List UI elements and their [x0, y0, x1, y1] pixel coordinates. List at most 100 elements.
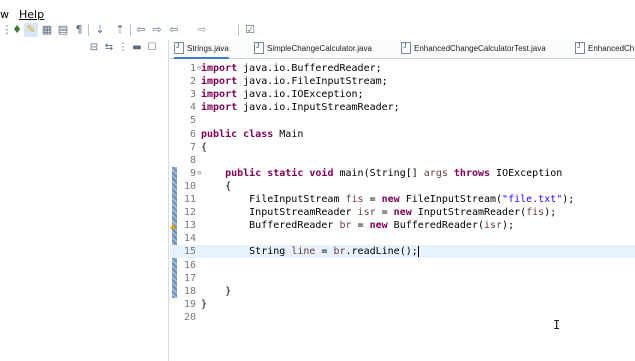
string-token: "file.txt" — [502, 194, 563, 205]
line-number: 4 — [189, 102, 196, 114]
code-line[interactable]: 5 — [170, 114, 635, 127]
code-text: import java.io.BufferedReader; — [201, 62, 382, 75]
minimize-icon[interactable]: ▬ — [131, 42, 143, 54]
code-token: = — [351, 220, 370, 232]
highlight-icon[interactable]: ▦ — [40, 23, 54, 37]
code-text: import java.io.FileInputStream; — [201, 75, 388, 88]
identifier-token: isr — [357, 207, 376, 219]
view-menu-icon[interactable]: ⋮ — [117, 42, 129, 54]
code-text: BufferedReader br = new BufferedReader(i… — [201, 219, 514, 232]
next-annotation-icon[interactable]: ⇣ — [93, 23, 107, 37]
keyword-token: new — [369, 220, 388, 232]
code-text: String line = br.readLine(); — [201, 245, 419, 258]
line-number: 19 — [183, 298, 196, 310]
line-number: 1 — [189, 63, 196, 74]
code-line[interactable]: 13 BufferedReader br = new BufferedReade… — [170, 219, 635, 232]
code-token: BufferedReader( — [387, 220, 484, 232]
collapse-all-icon[interactable]: ⊟ — [88, 42, 100, 54]
line-number: 16 — [183, 259, 196, 271]
line-number: 5 — [189, 115, 196, 127]
line-number: 18 — [183, 285, 196, 297]
code-line[interactable]: 1 ⊖ import java.io.BufferedReader; — [170, 62, 635, 75]
code-line[interactable]: 9 ⊖ public static void main(String[] args… — [170, 167, 635, 180]
forward-icon[interactable]: ⇦ — [167, 23, 181, 37]
new-task-icon[interactable]: ☑ — [243, 23, 257, 37]
line-number: 2 — [189, 76, 196, 88]
code-text: { — [201, 141, 207, 154]
package-explorer-panel: ⊟ ⇆ ⋮ ▬ ☐ — [0, 40, 169, 361]
tab-label: Strings.java — [187, 44, 229, 53]
code-text: } — [201, 285, 231, 298]
tab-enhanced-change[interactable]: EnhancedCh — [575, 41, 634, 57]
code-line[interactable]: 6 public class Main — [170, 128, 635, 141]
code-text: public class Main — [201, 128, 303, 141]
line-number: 17 — [183, 272, 196, 284]
code-line[interactable]: 19} — [170, 298, 635, 311]
back-icon[interactable]: ⇦ — [134, 23, 148, 37]
tab-label: SimpleChangeCalculator.java — [267, 44, 372, 53]
line-number: 6 — [189, 128, 196, 140]
back-menu-icon[interactable]: ⇨ — [150, 23, 164, 37]
line-number: 9 — [189, 167, 196, 179]
forward-menu-icon[interactable]: ⇨ — [195, 23, 209, 37]
code-text: import java.io.IOException; — [201, 88, 364, 101]
code-token: Main — [279, 128, 304, 140]
pin-icon[interactable]: ✎ — [24, 23, 38, 37]
maximize-icon[interactable]: ☐ — [146, 42, 158, 54]
code-line[interactable]: 7{ — [170, 141, 635, 154]
code-line[interactable]: 8 — [170, 154, 635, 167]
code-line[interactable]: 2 import java.io.FileInputStream; — [170, 75, 635, 88]
code-token: BufferedReader — [201, 220, 340, 232]
code-text: { — [201, 180, 231, 193]
code-line[interactable]: 15 String line = br.readLine(); — [170, 245, 635, 259]
code-token: java.io.InputStreamReader; — [243, 102, 400, 114]
search-icon[interactable]: ♦ — [10, 23, 24, 37]
code-line[interactable]: 12 InputStreamReader isr = new InputStre… — [170, 206, 635, 219]
code-line[interactable]: 10 { — [170, 180, 635, 193]
code-line[interactable]: 17 — [170, 272, 635, 285]
line-number: 11 — [183, 194, 196, 205]
code-token: java.io.FileInputStream; — [243, 76, 388, 88]
prev-annotation-icon[interactable]: ⇡ — [113, 23, 127, 37]
code-line[interactable]: 14 — [170, 232, 635, 245]
text-caret — [417, 245, 419, 257]
keyword-token: new — [393, 207, 412, 219]
pilcrow-icon[interactable]: ¶ — [72, 23, 86, 37]
tab-enhanced-change-calculator-test[interactable]: EnhancedChangeCalculatorTest.java — [401, 41, 546, 57]
show-whitespace-icon[interactable]: ▤ — [56, 23, 70, 37]
line-number: 10 — [183, 180, 196, 192]
code-editor[interactable]: ▲▲ 1⊖import java.io.BufferedReader;2impo… — [170, 59, 635, 361]
identifier-token: line — [291, 246, 316, 258]
line-number: 13 — [183, 220, 196, 232]
tab-simple-change-calculator[interactable]: SimpleChangeCalculator.java — [254, 41, 372, 57]
tab-strings-java[interactable]: Strings.java — [174, 41, 229, 59]
code-line[interactable]: 16 — [170, 259, 635, 272]
identifier-token: isr — [483, 220, 503, 232]
code-line[interactable]: 18 } — [170, 285, 635, 298]
keyword-token: import — [201, 63, 244, 74]
line-number: 12 — [183, 207, 196, 219]
code-token: InputStreamReader( — [411, 207, 527, 219]
java-file-icon — [401, 41, 411, 54]
code-token: java.io.BufferedReader; — [243, 63, 382, 74]
code-token: = — [363, 194, 382, 205]
menu-bar: w Help — [0, 0, 635, 21]
keyword-token: import — [201, 102, 244, 114]
code-token: ); — [544, 207, 557, 219]
code-token: ); — [502, 220, 515, 232]
code-line[interactable]: 4 import java.io.InputStreamReader; — [170, 101, 635, 114]
line-number: 14 — [183, 233, 196, 245]
code-token: FileInputStream( — [399, 194, 503, 205]
code-token: InputStreamReader — [201, 207, 358, 219]
identifier-token: br — [339, 220, 352, 232]
code-line[interactable]: 11 FileInputStream fis = new FileInputSt… — [170, 193, 635, 206]
code-token: } — [201, 285, 232, 297]
main-toolbar: ⋮ ♦ ✎ ▦ ▤ ¶ ⇣ ⇡ ⇦ ⇨ ⇦ ⇨ ☑ — [0, 20, 635, 40]
code-line[interactable]: 20 — [170, 311, 635, 324]
link-editor-icon[interactable]: ⇆ — [103, 42, 115, 54]
code-token: { — [201, 180, 232, 192]
code-line[interactable]: 3 import java.io.IOException; — [170, 88, 635, 101]
keyword-token: throws — [453, 167, 491, 179]
code-text: InputStreamReader isr = new InputStreamR… — [201, 206, 556, 219]
code-token: { — [201, 141, 208, 153]
